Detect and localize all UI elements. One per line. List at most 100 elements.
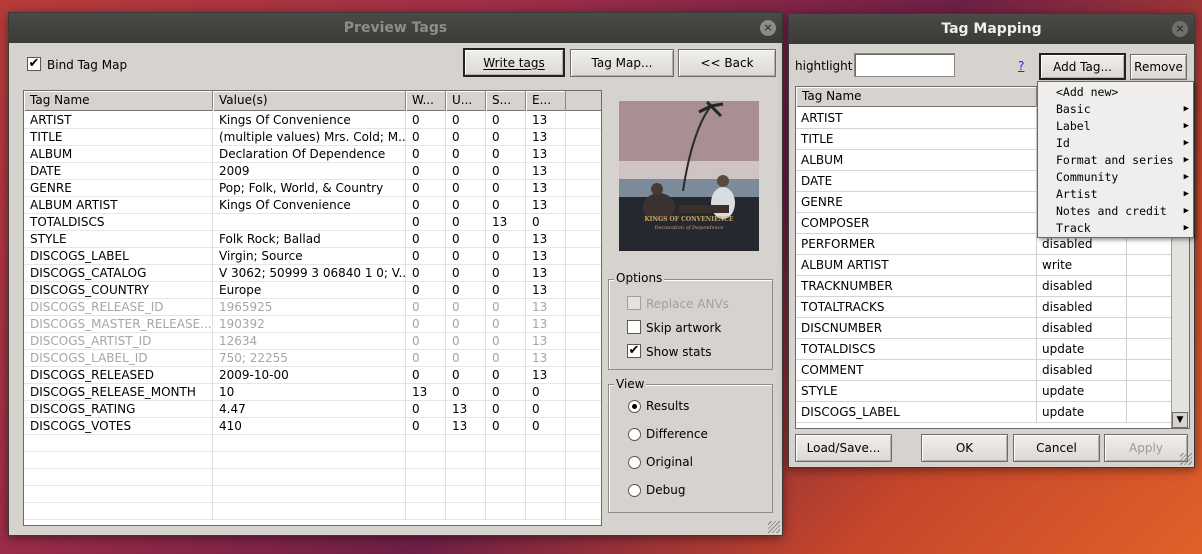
table-row[interactable]: DISCOGS_LABEL update <box>796 402 1189 423</box>
table-row[interactable]: DISCOGS_CATALOG V 3062; 50999 3 06840 1 0… <box>24 265 601 282</box>
view-original-radio[interactable] <box>628 456 641 469</box>
table-row[interactable]: TOTALTRACKS disabled <box>796 297 1189 318</box>
menu-item-label: Track <box>1056 221 1091 235</box>
table-cell-value: 190392 <box>213 316 406 333</box>
table-row[interactable]: COMMENT disabled <box>796 360 1189 381</box>
table-row[interactable] <box>24 503 601 520</box>
table-cell-value: Pop; Folk, World, & Country <box>213 180 406 197</box>
table-cell-action[interactable]: disabled <box>1037 318 1127 339</box>
column-header-tag-name[interactable]: Tag Name <box>24 91 213 111</box>
menu-item[interactable]: <Add new> <box>1038 84 1193 101</box>
table-cell-action[interactable]: disabled <box>1037 360 1127 381</box>
table-cell-w <box>406 503 446 520</box>
ok-button[interactable]: OK <box>921 434 1008 462</box>
menu-item[interactable]: Track ▶ <box>1038 220 1193 237</box>
preview-tags-titlebar[interactable]: Preview Tags × <box>9 13 782 43</box>
column-header-write[interactable]: W... <box>406 91 446 111</box>
apply-button[interactable]: Apply <box>1104 434 1188 462</box>
column-header-update[interactable]: U... <box>446 91 486 111</box>
column-header-tag-name[interactable]: Tag Name <box>796 87 1037 107</box>
view-results-radio[interactable] <box>628 400 641 413</box>
table-row[interactable]: DISCOGS_COUNTRY Europe 0 0 0 13 <box>24 282 601 299</box>
table-row[interactable] <box>24 469 601 486</box>
table-cell-tag: TOTALDISCS <box>796 339 1037 360</box>
table-row[interactable]: STYLE Folk Rock; Ballad 0 0 0 13 <box>24 231 601 248</box>
table-row[interactable]: DISCOGS_MASTER_RELEASE... 190392 0 0 0 13 <box>24 316 601 333</box>
table-cell-s: 0 <box>486 350 526 367</box>
table-row[interactable]: DISCOGS_LABEL_ID 750; 22255 0 0 0 13 <box>24 350 601 367</box>
table-row[interactable]: DISCOGS_VOTES 410 0 13 0 0 <box>24 418 601 435</box>
table-cell-u: 0 <box>446 214 486 231</box>
highlight-input[interactable] <box>854 53 955 77</box>
scroll-down-icon[interactable]: ▼ <box>1172 412 1188 428</box>
tag-map-button[interactable]: Tag Map... <box>570 49 674 77</box>
table-row[interactable] <box>24 435 601 452</box>
table-cell-action[interactable]: disabled <box>1037 276 1127 297</box>
resize-grip-icon[interactable] <box>1180 453 1192 465</box>
table-cell-tag <box>24 452 213 469</box>
table-row[interactable]: STYLE update <box>796 381 1189 402</box>
table-cell-action[interactable]: update <box>1037 402 1127 423</box>
table-cell-u: 0 <box>446 248 486 265</box>
write-tags-button[interactable]: Write tags <box>463 48 565 77</box>
back-button[interactable]: << Back <box>678 49 776 77</box>
table-row[interactable] <box>24 452 601 469</box>
table-row[interactable]: DISCOGS_RELEASE_MONTH 10 13 0 0 0 <box>24 384 601 401</box>
table-row[interactable]: DISCNUMBER disabled <box>796 318 1189 339</box>
menu-item[interactable]: Community ▶ <box>1038 169 1193 186</box>
menu-item[interactable]: Notes and credit ▶ <box>1038 203 1193 220</box>
menu-item[interactable]: Format and series ▶ <box>1038 152 1193 169</box>
view-results-label: Results <box>646 399 690 413</box>
menu-item[interactable]: Id ▶ <box>1038 135 1193 152</box>
view-debug-radio[interactable] <box>628 484 641 497</box>
table-row[interactable]: TRACKNUMBER disabled <box>796 276 1189 297</box>
table-row[interactable]: ALBUM ARTIST Kings Of Convenience 0 0 0 13 <box>24 197 601 214</box>
table-row[interactable]: DATE 2009 0 0 0 13 <box>24 163 601 180</box>
close-icon[interactable]: × <box>1172 21 1188 37</box>
table-row[interactable] <box>24 486 601 503</box>
table-cell-tag: ALBUM ARTIST <box>24 197 213 214</box>
table-row[interactable]: ARTIST Kings Of Convenience 0 0 0 13 <box>24 112 601 129</box>
remove-button[interactable]: Remove <box>1130 54 1187 80</box>
column-header-skip[interactable]: S... <box>486 91 526 111</box>
bind-tag-map-checkbox[interactable]: ✔ <box>27 57 41 71</box>
close-icon[interactable]: × <box>760 20 776 36</box>
table-cell-action[interactable]: write <box>1037 255 1127 276</box>
table-row[interactable]: GENRE Pop; Folk, World, & Country 0 0 0 13 <box>24 180 601 197</box>
table-row[interactable]: TITLE (multiple values) Mrs. Cold; M... 0 0… <box>24 129 601 146</box>
menu-item[interactable]: Artist ▶ <box>1038 186 1193 203</box>
add-tag-button[interactable]: Add Tag... <box>1039 53 1126 80</box>
window-title: Tag Mapping <box>941 21 1042 37</box>
column-header-empty[interactable]: E... <box>526 91 566 111</box>
table-cell-action[interactable]: update <box>1037 339 1127 360</box>
table-cell-tag: DISCOGS_ARTIST_ID <box>24 333 213 350</box>
column-header-values[interactable]: Value(s) <box>213 91 406 111</box>
table-row[interactable]: TOTALDISCS 0 0 13 0 <box>24 214 601 231</box>
table-cell-w: 0 <box>406 418 446 435</box>
table-cell-e <box>526 469 566 486</box>
preview-tags-table[interactable]: Tag Name Value(s) W... U... S... E... AR… <box>23 90 602 526</box>
tag-mapping-titlebar[interactable]: Tag Mapping × <box>789 14 1194 44</box>
menu-item[interactable]: Basic ▶ <box>1038 101 1193 118</box>
table-row[interactable]: ALBUM ARTIST write <box>796 255 1189 276</box>
skip-artwork-checkbox[interactable] <box>627 320 641 334</box>
table-cell-w: 0 <box>406 265 446 282</box>
help-link[interactable]: ? <box>1018 59 1024 73</box>
table-cell-action[interactable]: update <box>1037 381 1127 402</box>
menu-item[interactable]: Label ▶ <box>1038 118 1193 135</box>
table-cell-action[interactable]: disabled <box>1037 297 1127 318</box>
table-row[interactable]: DISCOGS_RELEASE_ID 1965925 0 0 0 13 <box>24 299 601 316</box>
table-row[interactable]: TOTALDISCS update <box>796 339 1189 360</box>
table-row[interactable]: DISCOGS_ARTIST_ID 12634 0 0 0 13 <box>24 333 601 350</box>
resize-grip-icon[interactable] <box>768 521 780 533</box>
table-row[interactable]: DISCOGS_RELEASED 2009-10-00 0 0 0 13 <box>24 367 601 384</box>
table-cell-u: 0 <box>446 146 486 163</box>
show-stats-checkbox[interactable]: ✔ <box>627 344 641 358</box>
view-difference-radio[interactable] <box>628 428 641 441</box>
table-row[interactable]: DISCOGS_RATING 4.47 0 13 0 0 <box>24 401 601 418</box>
load-save-button[interactable]: Load/Save... <box>795 434 892 462</box>
cancel-button[interactable]: Cancel <box>1013 434 1100 462</box>
replace-anvs-checkbox[interactable] <box>627 296 641 310</box>
table-row[interactable]: ALBUM Declaration Of Dependence 0 0 0 13 <box>24 146 601 163</box>
table-row[interactable]: DISCOGS_LABEL Virgin; Source 0 0 0 13 <box>24 248 601 265</box>
